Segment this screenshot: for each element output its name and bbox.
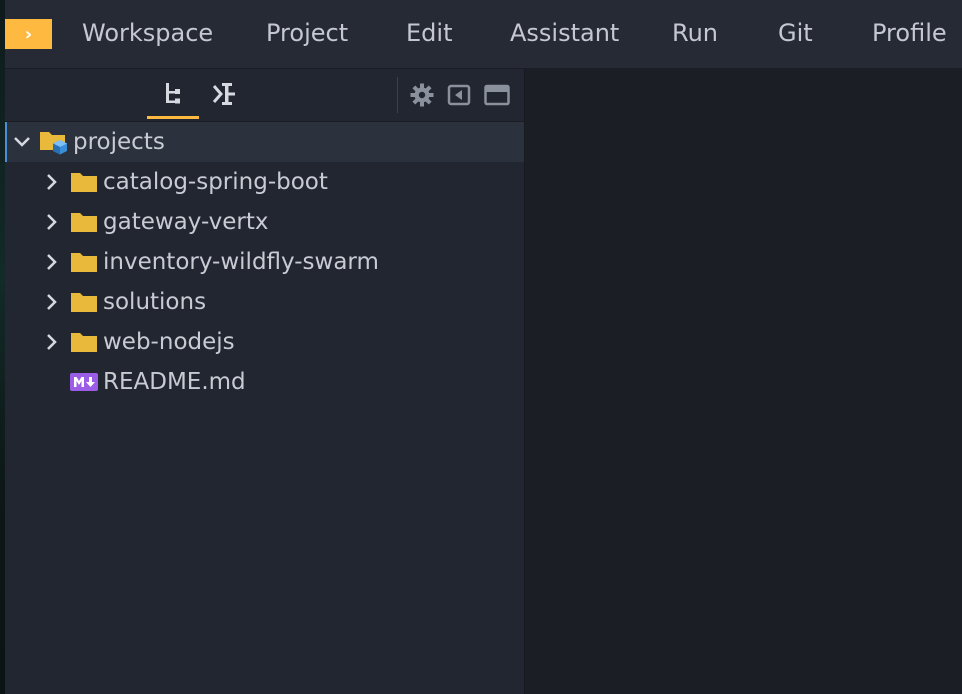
settings-button[interactable]	[409, 82, 435, 108]
tree-node-folder[interactable]: solutions	[5, 282, 524, 322]
panel-toolbar	[5, 69, 524, 122]
chevron-right-icon[interactable]	[39, 169, 65, 195]
folder-icon	[69, 249, 99, 275]
project-folder-icon	[39, 129, 69, 155]
editor-area	[525, 69, 962, 694]
source-control-icon	[212, 83, 235, 105]
chevron-right-icon[interactable]	[39, 249, 65, 275]
file-tree: projects catalog-spring-boot gateway-ver…	[5, 122, 524, 402]
menu-profile[interactable]: Profile	[872, 0, 947, 68]
tree-node-folder[interactable]: catalog-spring-boot	[5, 162, 524, 202]
chevron-down-icon[interactable]	[9, 129, 35, 155]
toolbar-separator	[397, 77, 398, 113]
collapse-panel-button[interactable]	[446, 82, 472, 108]
folder-icon	[69, 209, 99, 235]
menu-project[interactable]: Project	[266, 0, 348, 68]
tree-node-folder[interactable]: web-nodejs	[5, 322, 524, 362]
menu-run[interactable]: Run	[672, 0, 718, 68]
menu-workspace[interactable]: Workspace	[82, 0, 213, 68]
project-explorer-panel: projects catalog-spring-boot gateway-ver…	[5, 69, 524, 694]
gear-icon	[410, 83, 434, 107]
collapse-panel-icon	[447, 84, 471, 106]
tree-node-label: README.md	[103, 369, 246, 395]
tree-node-label: gateway-vertx	[103, 209, 269, 235]
tab-source-control[interactable]	[199, 69, 251, 119]
menu-toggle-button[interactable]: ›	[5, 19, 52, 49]
maximize-panel-icon	[484, 84, 510, 106]
tree-node-label: projects	[73, 129, 165, 155]
tab-project-tree[interactable]	[147, 69, 199, 119]
markdown-file-icon	[69, 369, 99, 395]
folder-icon	[69, 329, 99, 355]
chevron-right-icon[interactable]	[39, 289, 65, 315]
tree-node-label: solutions	[103, 289, 207, 315]
chevron-right-icon[interactable]	[39, 209, 65, 235]
folder-icon	[69, 289, 99, 315]
maximize-panel-button[interactable]	[484, 82, 510, 108]
tree-node-label: catalog-spring-boot	[103, 169, 328, 195]
menu-git[interactable]: Git	[778, 0, 813, 68]
menu-bar: › Workspace Project Edit Assistant Run G…	[5, 0, 962, 69]
tree-node-label: inventory-wildfly-swarm	[103, 249, 379, 275]
chevron-right-icon: ›	[24, 23, 33, 45]
menu-edit[interactable]: Edit	[406, 0, 452, 68]
tree-node-label: web-nodejs	[103, 329, 235, 355]
folder-icon	[69, 169, 99, 195]
tree-node-folder[interactable]: gateway-vertx	[5, 202, 524, 242]
tree-node-file[interactable]: README.md	[5, 362, 524, 402]
chevron-right-icon[interactable]	[39, 329, 65, 355]
project-tree-icon	[166, 83, 180, 104]
menu-assistant[interactable]: Assistant	[510, 0, 619, 68]
tree-node-folder[interactable]: inventory-wildfly-swarm	[5, 242, 524, 282]
tree-node-projects[interactable]: projects	[5, 122, 524, 162]
